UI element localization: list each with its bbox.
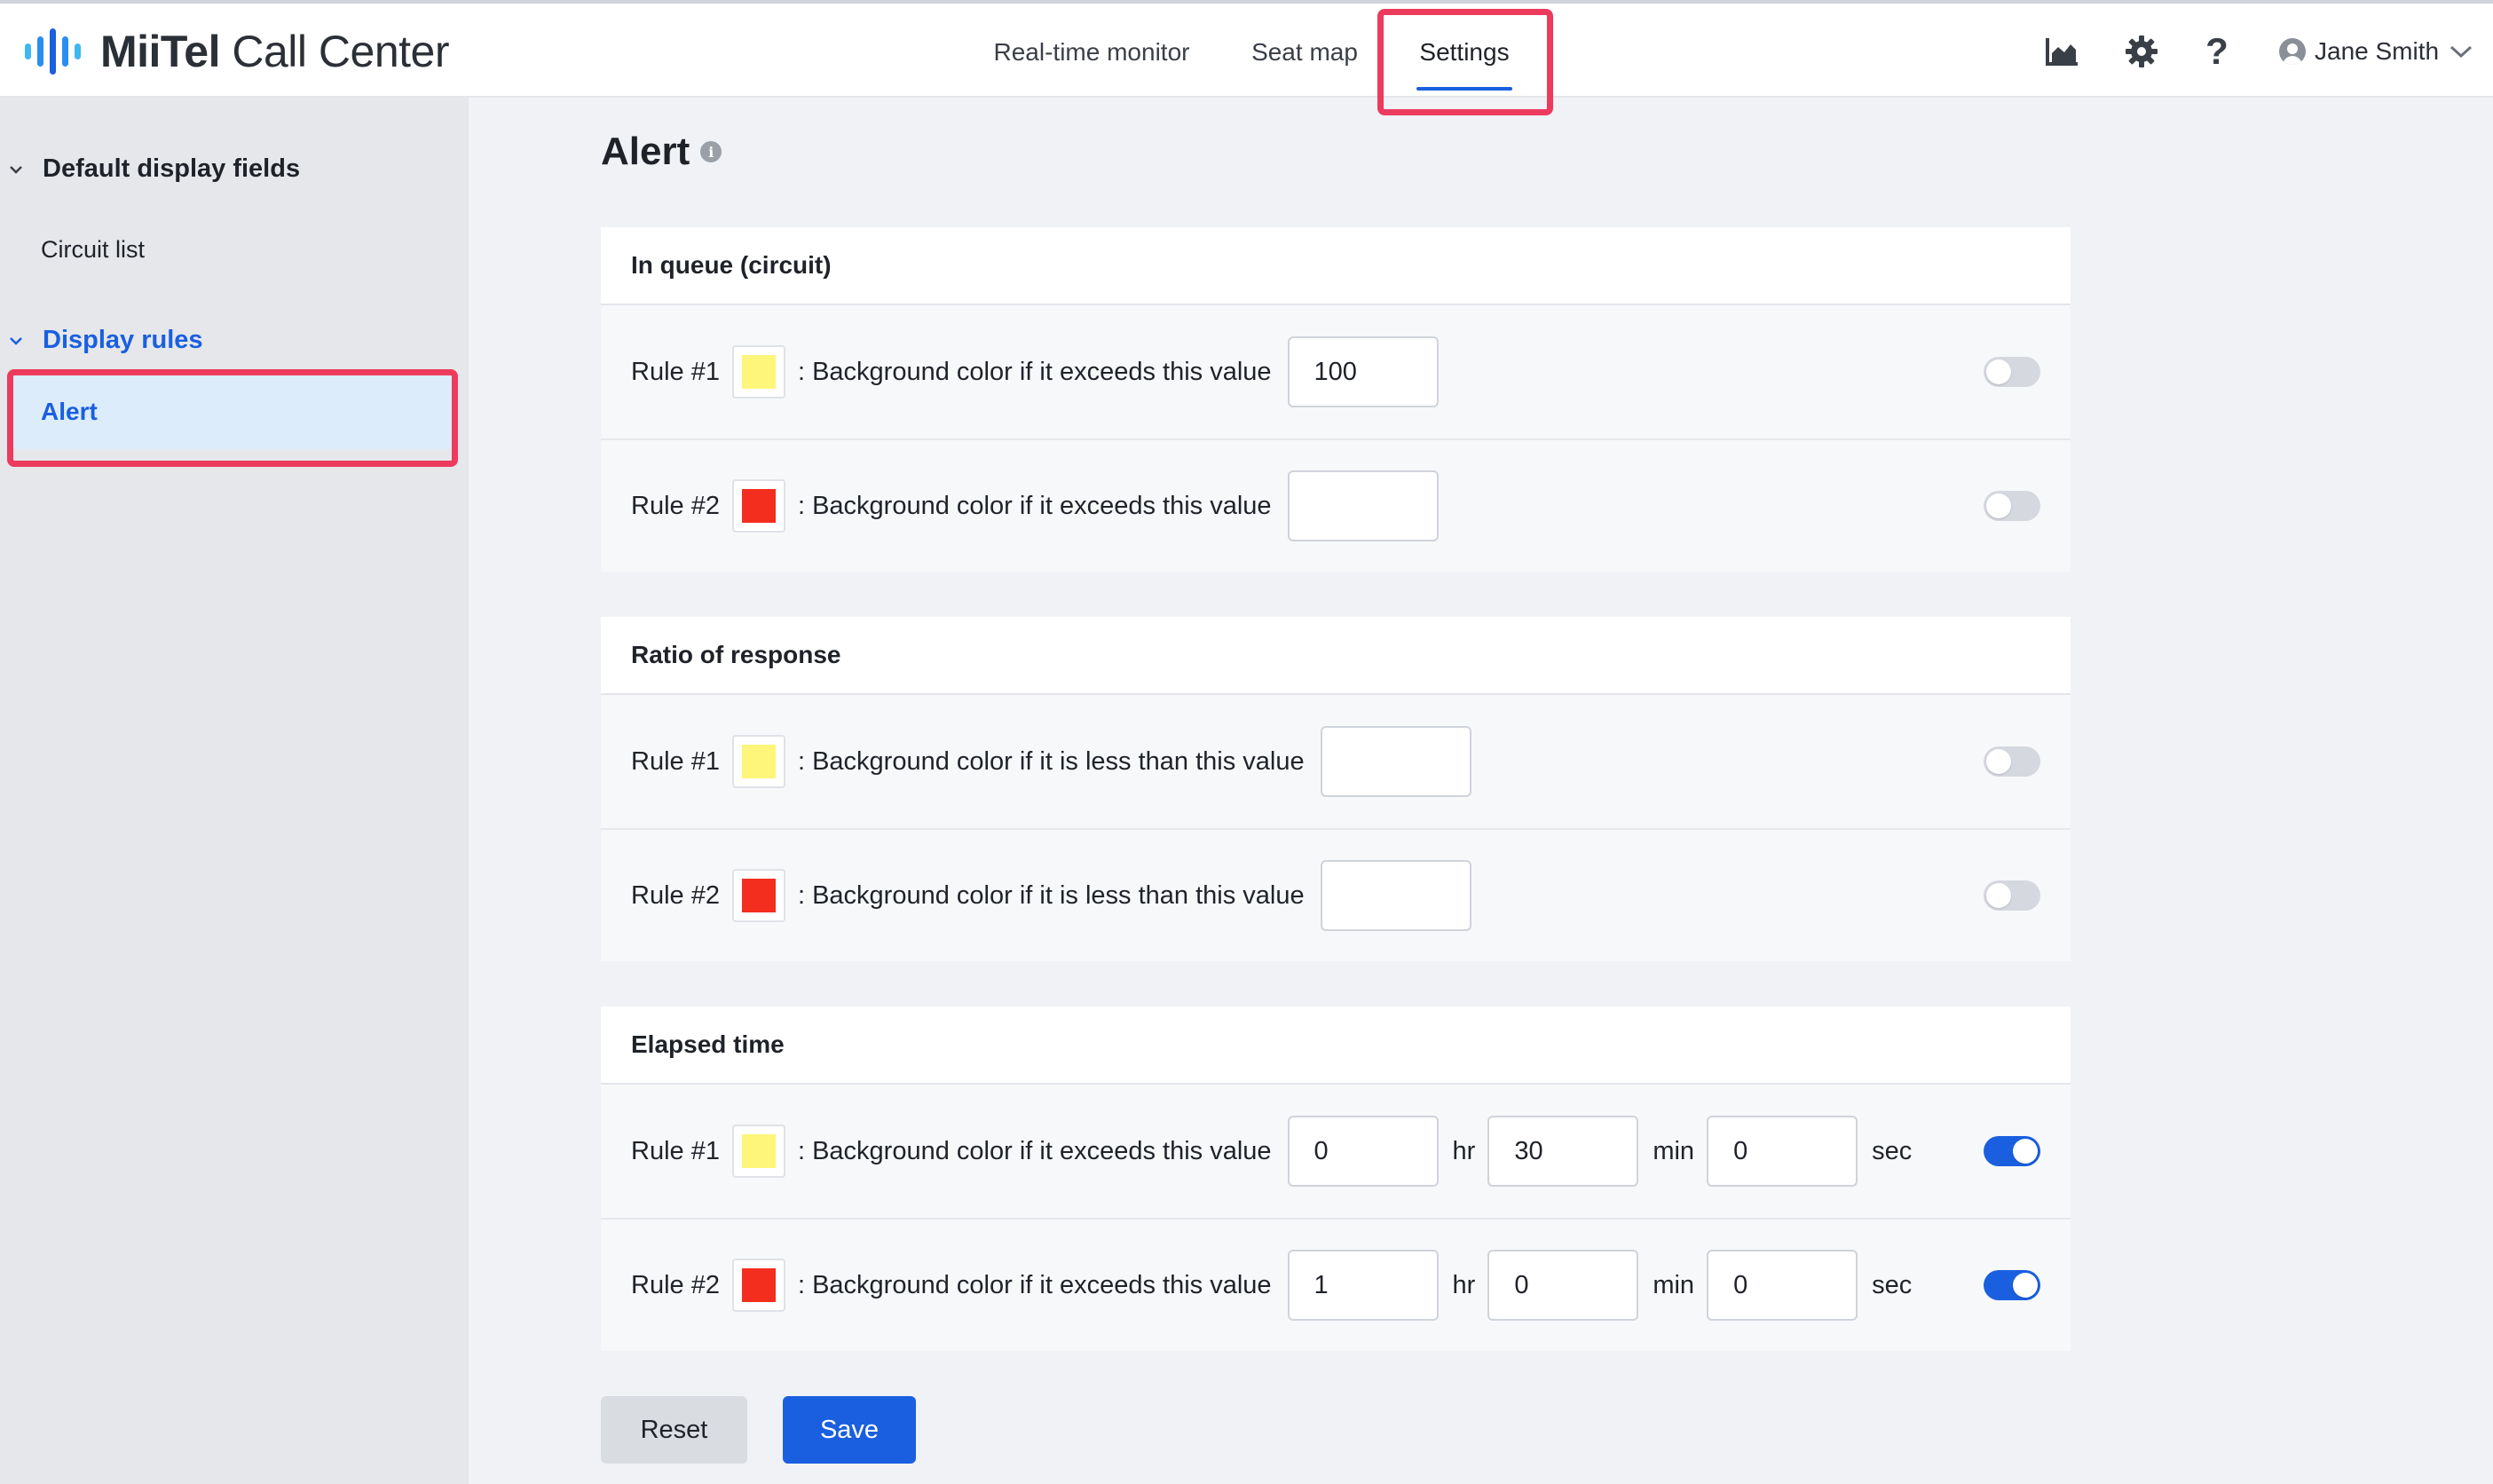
tab-seat-map[interactable]: Seat map bbox=[1234, 4, 1376, 101]
hours-unit: hr bbox=[1452, 1270, 1476, 1299]
rule-toggle[interactable] bbox=[1984, 1270, 2040, 1300]
minutes-unit: min bbox=[1653, 1136, 1695, 1165]
rule-label: Rule #2 bbox=[631, 880, 720, 910]
reset-button[interactable]: Reset bbox=[601, 1396, 747, 1464]
user-name: Jane Smith bbox=[2315, 37, 2440, 65]
rule-toggle[interactable] bbox=[1984, 491, 2040, 521]
sidebar-item-circuit-list[interactable]: Circuit list bbox=[41, 236, 145, 264]
section-elapsed-time: Elapsed time Rule #1 : Background color … bbox=[601, 1006, 2071, 1351]
rule-label: Rule #1 bbox=[631, 746, 720, 776]
tab-real-time-monitor[interactable]: Real-time monitor bbox=[976, 4, 1207, 101]
rule-description: : Background color if it exceeds this va… bbox=[797, 1270, 1272, 1299]
chevron-down-icon bbox=[2450, 45, 2473, 59]
color-picker[interactable] bbox=[731, 1259, 785, 1312]
color-picker[interactable] bbox=[731, 479, 785, 533]
page-title: Alert i bbox=[601, 130, 722, 174]
sidebar-item-alert[interactable]: Alert bbox=[12, 375, 453, 449]
threshold-input[interactable] bbox=[1287, 336, 1439, 407]
seconds-unit: sec bbox=[1872, 1136, 1913, 1165]
rule-row: Rule #2 : Background color if it exceeds… bbox=[601, 438, 2071, 572]
rule-row: Rule #2 : Background color if it exceeds… bbox=[601, 1218, 2071, 1351]
rule-label: Rule #2 bbox=[631, 491, 720, 520]
rule-description: : Background color if it exceeds this va… bbox=[797, 357, 1272, 386]
sidebar-group-default-display-fields[interactable]: Default display fields bbox=[9, 154, 300, 184]
hours-unit: hr bbox=[1452, 1136, 1476, 1165]
color-picker[interactable] bbox=[731, 345, 785, 399]
section-title: In queue (circuit) bbox=[601, 227, 2071, 305]
seconds-unit: sec bbox=[1872, 1270, 1913, 1299]
chevron-down-icon bbox=[10, 336, 22, 345]
rule-toggle[interactable] bbox=[1984, 880, 2040, 911]
minutes-input[interactable] bbox=[1487, 1116, 1639, 1187]
rule-label: Rule #1 bbox=[631, 357, 720, 386]
seconds-input[interactable] bbox=[1707, 1250, 1858, 1321]
section-title: Ratio of response bbox=[601, 617, 2071, 695]
minutes-unit: min bbox=[1653, 1270, 1695, 1299]
color-picker[interactable] bbox=[731, 735, 785, 788]
app-logo[interactable]: MiiTel Call Center bbox=[25, 25, 449, 78]
seconds-input[interactable] bbox=[1707, 1116, 1858, 1187]
section-title: Elapsed time bbox=[601, 1006, 2071, 1085]
chart-icon[interactable] bbox=[2043, 32, 2082, 71]
color-picker[interactable] bbox=[731, 1125, 785, 1178]
rule-row: Rule #1 : Background color if it is less… bbox=[601, 695, 2071, 828]
gear-icon[interactable] bbox=[2122, 32, 2161, 71]
threshold-input[interactable] bbox=[1320, 726, 1471, 797]
rule-toggle[interactable] bbox=[1984, 1136, 2040, 1166]
top-header: MiiTel Call Center Real-time monitor Sea… bbox=[0, 0, 2493, 115]
rule-description: : Background color if it exceeds this va… bbox=[797, 1136, 1272, 1165]
sidebar: Default display fields Circuit list Disp… bbox=[0, 98, 469, 1484]
save-button[interactable]: Save bbox=[783, 1396, 916, 1464]
section-ratio-of-response: Ratio of response Rule #1 : Background c… bbox=[601, 617, 2071, 961]
rule-toggle[interactable] bbox=[1984, 746, 2040, 777]
color-picker[interactable] bbox=[731, 869, 785, 922]
minutes-input[interactable] bbox=[1487, 1250, 1639, 1321]
hours-input[interactable] bbox=[1287, 1250, 1439, 1321]
logo-bars-icon bbox=[25, 28, 81, 75]
rule-label: Rule #2 bbox=[631, 1270, 720, 1299]
threshold-input[interactable] bbox=[1287, 470, 1439, 541]
tab-settings[interactable]: Settings bbox=[1392, 4, 1537, 101]
section-in-queue: In queue (circuit) Rule #1 : Background … bbox=[601, 227, 2071, 572]
rule-row: Rule #1 : Background color if it exceeds… bbox=[601, 1085, 2071, 1218]
rule-description: : Background color if it is less than th… bbox=[797, 880, 1305, 910]
avatar bbox=[2279, 38, 2306, 65]
user-menu[interactable]: Jane Smith bbox=[2279, 32, 2473, 71]
sidebar-group-label: Display rules bbox=[43, 326, 203, 354]
rule-row: Rule #2 : Background color if it is less… bbox=[601, 828, 2071, 961]
rule-label: Rule #1 bbox=[631, 1136, 720, 1165]
sidebar-group-display-rules[interactable]: Display rules bbox=[9, 326, 203, 355]
rule-description: : Background color if it is less than th… bbox=[797, 746, 1305, 776]
chevron-down-icon bbox=[10, 165, 22, 174]
info-icon[interactable]: i bbox=[700, 141, 722, 162]
rule-description: : Background color if it exceeds this va… bbox=[797, 491, 1272, 520]
rule-toggle[interactable] bbox=[1984, 357, 2040, 387]
sidebar-group-label: Default display fields bbox=[43, 154, 301, 183]
hours-input[interactable] bbox=[1287, 1116, 1439, 1187]
rule-row: Rule #1 : Background color if it exceeds… bbox=[601, 305, 2071, 438]
logo-text: MiiTel Call Center bbox=[100, 27, 449, 76]
active-tab-underline bbox=[1416, 87, 1512, 91]
help-icon[interactable]: ? bbox=[2197, 30, 2237, 72]
threshold-input[interactable] bbox=[1320, 860, 1471, 931]
